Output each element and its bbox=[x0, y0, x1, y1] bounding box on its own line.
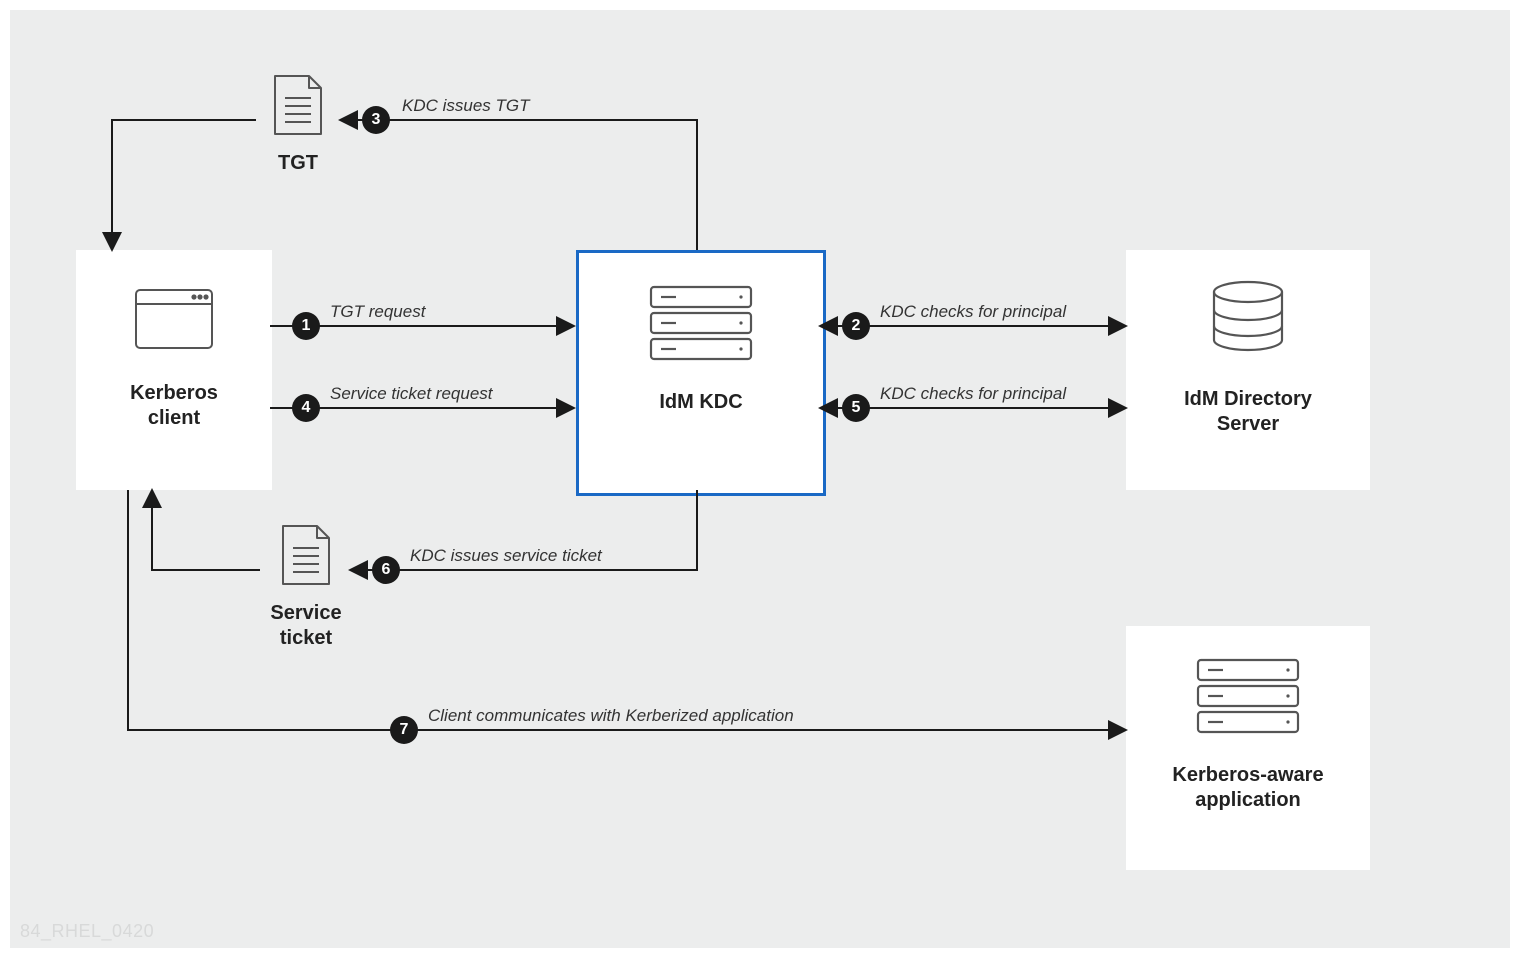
step-6-num: 6 bbox=[382, 561, 391, 579]
node-idm-kdc: IdM KDC bbox=[576, 250, 826, 496]
step-5-badge: 5 bbox=[842, 394, 870, 422]
step-2-badge: 2 bbox=[842, 312, 870, 340]
step-4-num: 4 bbox=[302, 399, 311, 417]
client-label: Kerberos client bbox=[76, 381, 272, 431]
database-icon bbox=[1205, 280, 1291, 360]
step-2-num: 2 bbox=[852, 317, 861, 335]
step-6-label: KDC issues service ticket bbox=[410, 546, 602, 566]
node-kerberos-client: Kerberos client bbox=[76, 250, 272, 490]
step-3-label: KDC issues TGT bbox=[402, 96, 530, 116]
step-1-badge: 1 bbox=[292, 312, 320, 340]
node-idm-directory-server: IdM Directory Server bbox=[1126, 250, 1370, 490]
step-7-num: 7 bbox=[400, 721, 409, 739]
step-5-label: KDC checks for principal bbox=[880, 384, 1066, 404]
step-4-badge: 4 bbox=[292, 394, 320, 422]
document-icon bbox=[279, 522, 333, 588]
step-5-num: 5 bbox=[852, 399, 861, 417]
step-1-num: 1 bbox=[302, 317, 311, 335]
app-label: Kerberos-aware application bbox=[1126, 763, 1370, 813]
step-2-label: KDC checks for principal bbox=[880, 302, 1066, 322]
svc-ticket-label: Service ticket bbox=[260, 601, 352, 651]
node-kerberos-aware-app: Kerberos-aware application bbox=[1126, 626, 1370, 870]
diagram-canvas: Kerberos client IdM KDC IdM Directory Se… bbox=[10, 10, 1510, 948]
node-tgt: TGT bbox=[256, 72, 340, 204]
document-icon bbox=[271, 72, 325, 138]
watermark: 84_RHEL_0420 bbox=[20, 921, 154, 942]
step-4-label: Service ticket request bbox=[330, 384, 493, 404]
kdc-label: IdM KDC bbox=[579, 390, 823, 415]
step-7-badge: 7 bbox=[390, 716, 418, 744]
step-3-badge: 3 bbox=[362, 106, 390, 134]
step-3-num: 3 bbox=[372, 111, 381, 129]
tgt-label: TGT bbox=[256, 151, 340, 176]
step-7-label: Client communicates with Kerberized appl… bbox=[428, 706, 794, 726]
step-1-label: TGT request bbox=[330, 302, 425, 322]
node-service-ticket: Service ticket bbox=[260, 522, 352, 672]
server-stack-icon bbox=[646, 283, 756, 363]
step-6-badge: 6 bbox=[372, 556, 400, 584]
browser-window-icon bbox=[134, 288, 214, 350]
dir-label: IdM Directory Server bbox=[1126, 387, 1370, 437]
server-stack-icon bbox=[1193, 656, 1303, 736]
